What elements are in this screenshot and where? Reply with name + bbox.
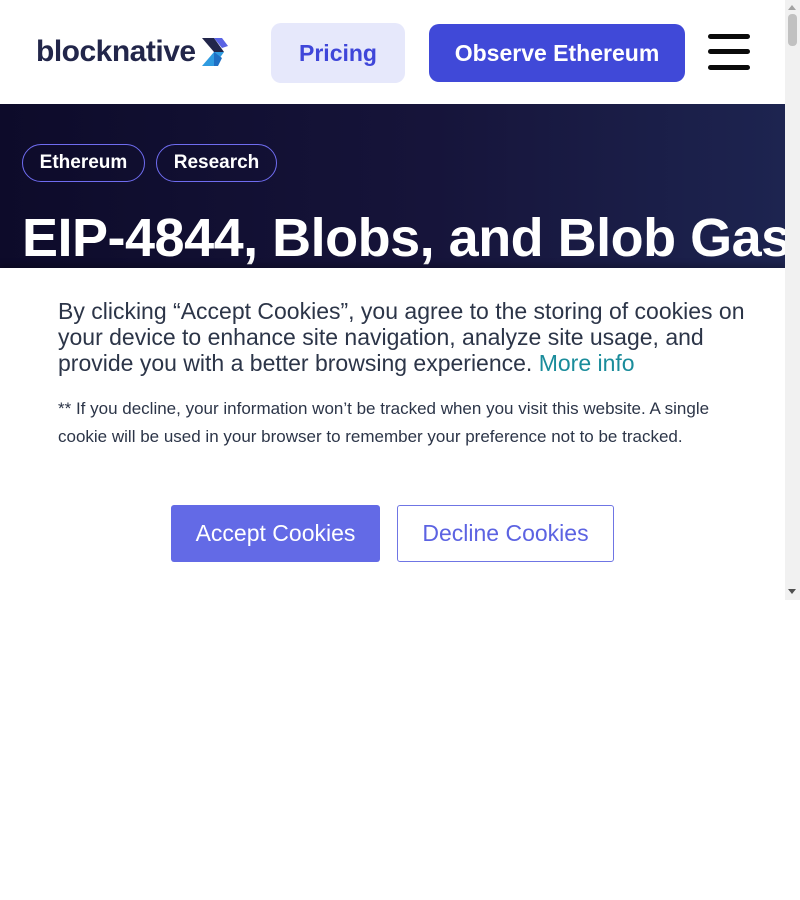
menu-bar: [708, 65, 750, 70]
decline-cookies-button[interactable]: Decline Cookies: [397, 505, 614, 562]
page-scrollbar[interactable]: [785, 0, 800, 600]
scroll-up-arrow-icon[interactable]: [788, 5, 796, 10]
pricing-button[interactable]: Pricing: [271, 23, 405, 83]
observe-ethereum-button[interactable]: Observe Ethereum: [429, 24, 685, 82]
tag-ethereum[interactable]: Ethereum: [22, 144, 145, 182]
scrollbar-thumb[interactable]: [788, 14, 797, 46]
tag-research[interactable]: Research: [156, 144, 277, 182]
cookie-decline-note: ** If you decline, your information won’…: [58, 399, 710, 446]
site-header: blocknative Pricing Observe Ethereum: [0, 0, 785, 104]
blank-area: [0, 600, 800, 900]
menu-bar: [708, 34, 750, 39]
scroll-down-arrow-icon[interactable]: [788, 589, 796, 594]
page: blocknative Pricing Observe Ethereum Eth…: [0, 0, 785, 600]
blocknative-logo[interactable]: blocknative: [36, 32, 228, 72]
accept-cookies-button[interactable]: Accept Cookies: [171, 505, 380, 562]
more-info-link[interactable]: More info: [539, 350, 635, 376]
cookie-consent-banner: By clicking “Accept Cookies”, you agree …: [0, 268, 785, 600]
cookie-message: By clicking “Accept Cookies”, you agree …: [58, 298, 748, 376]
logo-wordmark: blocknative: [36, 35, 196, 68]
browser-viewport: blocknative Pricing Observe Ethereum Eth…: [0, 0, 800, 900]
article-hero: Ethereum Research EIP-4844, Blobs, and B…: [0, 104, 785, 274]
cookie-message-text: By clicking “Accept Cookies”, you agree …: [58, 298, 745, 376]
menu-bar: [708, 49, 750, 54]
hamburger-menu-icon[interactable]: [708, 34, 750, 70]
article-title: EIP-4844, Blobs, and Blob Gas:: [22, 208, 785, 268]
blocknative-chevron-mark-icon: [201, 38, 228, 66]
